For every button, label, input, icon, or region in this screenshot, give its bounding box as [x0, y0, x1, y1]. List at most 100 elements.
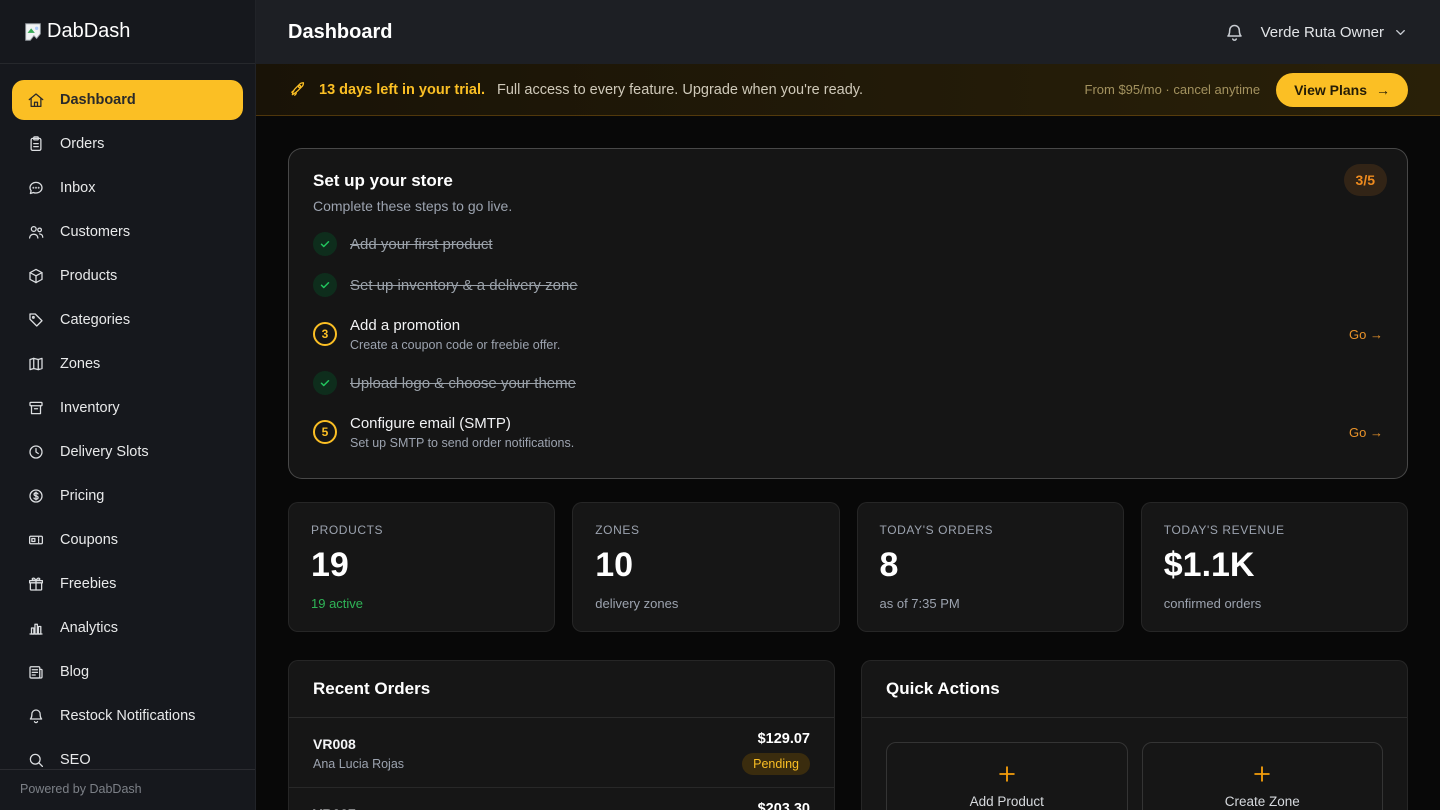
brand-name: DabDash [47, 20, 130, 43]
sidebar-item-orders[interactable]: Orders [12, 124, 243, 164]
sidebar-item-label: Analytics [60, 620, 118, 636]
sidebar-item-label: Restock Notifications [60, 708, 195, 724]
tag-icon [27, 311, 45, 329]
clipboard-icon [27, 135, 45, 153]
setup-title: Set up your store [313, 171, 1383, 191]
map-icon [27, 355, 45, 373]
dollar-circle-icon [27, 487, 45, 505]
stat-value: 8 [880, 546, 1101, 585]
order-id: VR008 [313, 736, 404, 752]
check-icon [313, 273, 337, 297]
main-area: Dashboard Verde Ruta Owner 13 days left … [256, 0, 1440, 810]
view-plans-button[interactable]: View Plans → [1276, 73, 1408, 107]
broken-image-icon [22, 21, 44, 43]
search-icon [27, 751, 45, 769]
create-zone-button[interactable]: Create Zone [1142, 742, 1384, 810]
trial-message: Full access to every feature. Upgrade wh… [497, 82, 863, 98]
sidebar-item-delivery-slots[interactable]: Delivery Slots [12, 432, 243, 472]
step-go-link[interactable]: Go → [1349, 327, 1383, 342]
sidebar-item-label: SEO [60, 752, 91, 768]
step-go-link[interactable]: Go → [1349, 425, 1383, 440]
stat-sub: 19 active [311, 596, 532, 611]
chat-bubble-icon [27, 179, 45, 197]
setup-step-todo: 5 Configure email (SMTP) Set up SMTP to … [313, 410, 1383, 454]
setup-progress-badge: 3/5 [1344, 164, 1387, 196]
stat-card-todays-orders: TODAY'S ORDERS 8 as of 7:35 PM [857, 502, 1124, 632]
check-icon [313, 232, 337, 256]
sidebar-item-zones[interactable]: Zones [12, 344, 243, 384]
home-icon [27, 91, 45, 109]
sidebar-item-customers[interactable]: Customers [12, 212, 243, 252]
step-description: Create a coupon code or freebie offer. [350, 338, 560, 352]
sidebar-item-dashboard[interactable]: Dashboard [12, 80, 243, 120]
content: Set up your store Complete these steps t… [256, 116, 1440, 810]
stat-value: 19 [311, 546, 532, 585]
sidebar-item-categories[interactable]: Categories [12, 300, 243, 340]
setup-store-card: Set up your store Complete these steps t… [288, 148, 1408, 479]
sidebar-item-label: Products [60, 268, 117, 284]
stat-label: TODAY'S REVENUE [1164, 523, 1385, 537]
gift-icon [27, 575, 45, 593]
stat-sub: confirmed orders [1164, 596, 1385, 611]
rocket-icon [288, 80, 307, 99]
setup-steps: Add your first product Set up inventory … [313, 230, 1383, 454]
plus-icon [996, 763, 1018, 785]
cube-icon [27, 267, 45, 285]
arrow-right-icon: → [1376, 82, 1390, 98]
stat-label: PRODUCTS [311, 523, 532, 537]
sidebar-item-seo[interactable]: SEO [12, 740, 243, 769]
sidebar-item-blog[interactable]: Blog [12, 652, 243, 692]
setup-step-done: Upload logo & choose your theme [313, 369, 1383, 397]
newspaper-icon [27, 663, 45, 681]
sidebar-item-pricing[interactable]: Pricing [12, 476, 243, 516]
sidebar-item-label: Zones [60, 356, 100, 372]
step-label: Upload logo & choose your theme [350, 375, 576, 392]
order-row[interactable]: VR007 Daniel Torres $203.30 Confirmed [289, 788, 834, 810]
sidebar-item-inventory[interactable]: Inventory [12, 388, 243, 428]
step-title: Configure email (SMTP) [350, 415, 574, 432]
step-title: Add a promotion [350, 317, 560, 334]
stat-value: $1.1K [1164, 546, 1385, 585]
sidebar-item-freebies[interactable]: Freebies [12, 564, 243, 604]
setup-step-todo: 3 Add a promotion Create a coupon code o… [313, 312, 1383, 356]
sidebar-item-restock-notifications[interactable]: Restock Notifications [12, 696, 243, 736]
order-id: VR007 [313, 806, 386, 810]
sidebar-item-label: Pricing [60, 488, 104, 504]
trial-banner: 13 days left in your trial. Full access … [256, 64, 1440, 116]
sidebar-item-label: Categories [60, 312, 130, 328]
sidebar-item-coupons[interactable]: Coupons [12, 520, 243, 560]
sidebar-item-analytics[interactable]: Analytics [12, 608, 243, 648]
step-label: Add your first product [350, 236, 493, 253]
step-number-badge: 5 [313, 420, 337, 444]
notification-bell-icon[interactable] [1224, 22, 1245, 43]
sidebar-item-label: Blog [60, 664, 89, 680]
bar-chart-icon [27, 619, 45, 637]
page-title: Dashboard [288, 21, 392, 44]
quick-action-label: Add Product [970, 794, 1044, 809]
status-badge: Pending [742, 753, 810, 775]
user-menu[interactable]: Verde Ruta Owner [1261, 24, 1408, 41]
stat-card-todays-revenue: TODAY'S REVENUE $1.1K confirmed orders [1141, 502, 1408, 632]
recent-orders-panel: Recent Orders VR008 Ana Lucia Rojas $129… [288, 660, 835, 810]
sidebar-item-label: Dashboard [60, 92, 136, 108]
chevron-down-icon [1393, 25, 1408, 40]
users-icon [27, 223, 45, 241]
archive-box-icon [27, 399, 45, 417]
clock-icon [27, 443, 45, 461]
pricing-note: From $95/mo · cancel anytime [1085, 82, 1261, 97]
order-row[interactable]: VR008 Ana Lucia Rojas $129.07 Pending [289, 718, 834, 788]
sidebar-item-products[interactable]: Products [12, 256, 243, 296]
quick-action-label: Create Zone [1225, 794, 1300, 809]
sidebar-item-label: Coupons [60, 532, 118, 548]
stat-card-zones: ZONES 10 delivery zones [572, 502, 839, 632]
setup-step-done: Add your first product [313, 230, 1383, 258]
stat-sub: delivery zones [595, 596, 816, 611]
step-number-badge: 3 [313, 322, 337, 346]
stat-sub: as of 7:35 PM [880, 596, 1101, 611]
stat-value: 10 [595, 546, 816, 585]
sidebar-item-inbox[interactable]: Inbox [12, 168, 243, 208]
logo: DabDash [0, 0, 255, 64]
step-description: Set up SMTP to send order notifications. [350, 436, 574, 450]
add-product-button[interactable]: Add Product [886, 742, 1128, 810]
stats-row: PRODUCTS 19 19 active ZONES 10 delivery … [288, 502, 1408, 632]
